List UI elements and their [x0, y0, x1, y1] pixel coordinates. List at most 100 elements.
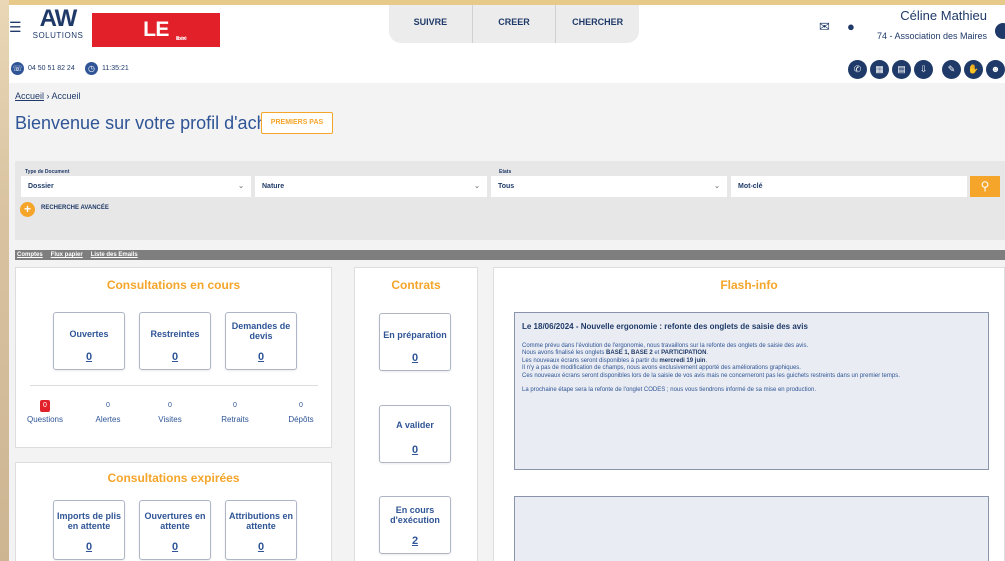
breadcrumb-home-link[interactable]: Accueil	[15, 91, 44, 101]
card-label: Demandes de devis	[231, 321, 291, 341]
download-icon[interactable]: ⇩	[914, 60, 933, 79]
flash-info-headline: Le 18/06/2024 - Nouvelle ergonomie : ref…	[522, 322, 808, 331]
document-icon[interactable]: ▤	[892, 60, 911, 79]
card-restreintes[interactable]: Restreintes 0	[139, 312, 211, 370]
user-avatar[interactable]	[995, 23, 1005, 39]
card-label: Ouvertes	[69, 329, 109, 339]
stat-label: Questions	[26, 415, 64, 424]
etats-value: Tous	[498, 183, 515, 190]
link-flux-papier[interactable]: Flux papier	[51, 250, 83, 260]
stat-label: Dépôts	[288, 415, 314, 424]
user-icon[interactable]: ☻	[986, 60, 1005, 79]
support-phone[interactable]: ☏ 04 50 51 82 24	[11, 62, 75, 75]
stat-value: 0	[17, 400, 73, 412]
stat-alertes[interactable]: 0 Alertes	[80, 400, 136, 424]
card-ouvertures-attente[interactable]: Ouvertures en attente 0	[139, 500, 211, 560]
aw-solutions-logo[interactable]: AW SOLUTIONS	[29, 7, 87, 41]
card-imports-plis[interactable]: Imports de plis en attente 0	[53, 500, 125, 560]
card-ouvertes[interactable]: Ouvertes 0	[53, 312, 125, 370]
flash-text: Nous avons finalisé les onglets	[522, 350, 607, 357]
card-label: Restreintes	[150, 329, 200, 339]
flash-bold: PARTICIPATION	[661, 350, 707, 357]
consultations-expirees-panel: Consultations expirées Imports de plis e…	[15, 462, 332, 561]
nav-suivre[interactable]: SUIVRE	[389, 5, 473, 43]
top-header: ☰ AW SOLUTIONS LE DAUPHINE libéré SUIVRE…	[9, 5, 1005, 75]
card-en-cours-execution[interactable]: En cours d'exécution 2	[379, 496, 451, 554]
card-value[interactable]: 0	[140, 351, 210, 363]
calculator-icon[interactable]: ▦	[870, 60, 889, 79]
hand-icon[interactable]: ✋	[964, 60, 983, 79]
card-label: Ouvertures en attente	[144, 511, 206, 531]
stat-label: Retraits	[221, 415, 249, 424]
divider	[30, 385, 318, 386]
search-button[interactable]: ⚲	[970, 176, 1000, 197]
card-value[interactable]: 0	[54, 351, 124, 363]
card-value[interactable]: 2	[380, 535, 450, 547]
headset-icon: ☏	[11, 62, 24, 75]
card-value[interactable]: 0	[226, 541, 296, 553]
card-en-preparation[interactable]: En préparation 0	[379, 313, 451, 371]
flash-line: Comme prévu dans l'évolution de l'ergono…	[522, 343, 809, 349]
flash-info-title: Flash-info	[720, 278, 778, 292]
le-dauphine-logo[interactable]: LE DAUPHINE libéré	[92, 13, 220, 75]
premiers-pas-button[interactable]: PREMIERS PAS	[261, 112, 333, 134]
flash-text: .	[705, 357, 708, 364]
flash-text: et	[652, 350, 662, 357]
flash-info-panel: Flash-info Le 18/06/2024 - Nouvelle ergo…	[493, 267, 1005, 561]
advanced-search-link[interactable]: RECHERCHE AVANCÉE	[41, 205, 109, 211]
hamburger-icon[interactable]: ☰	[9, 19, 22, 36]
search-panel: Type de Document Dossier ⌄ Nature ⌄ Etat…	[15, 161, 1005, 240]
type-document-select[interactable]: Dossier ⌄	[21, 176, 251, 197]
card-attributions-attente[interactable]: Attributions en attente 0	[225, 500, 297, 560]
card-value[interactable]: 0	[226, 351, 296, 363]
phone-icon[interactable]: ✆	[848, 60, 867, 79]
mail-icon[interactable]: ✉	[819, 19, 830, 35]
bell-icon[interactable]: ●	[847, 19, 855, 34]
stat-questions[interactable]: 0 Questions	[17, 400, 73, 424]
card-a-valider[interactable]: A valider 0	[379, 405, 451, 463]
consultations-en-cours-panel: Consultations en cours Ouvertes 0 Restre…	[15, 267, 332, 448]
flash-info-box: Le 18/06/2024 - Nouvelle ergonomie : ref…	[514, 312, 989, 470]
breadcrumb-separator: ›	[46, 91, 50, 101]
etats-select[interactable]: Tous ⌄	[491, 176, 727, 197]
card-label: Imports de plis en attente	[56, 511, 121, 531]
card-value[interactable]: 0	[54, 541, 124, 553]
stat-label: Visites	[158, 415, 182, 424]
stat-visites[interactable]: 0 Visites	[142, 400, 198, 424]
card-value[interactable]: 0	[380, 352, 450, 364]
flash-line: Il n'y a pas de modification de champs, …	[522, 365, 801, 372]
card-label: En préparation	[383, 330, 447, 340]
chevron-down-icon: ⌄	[238, 183, 244, 190]
stat-label: Alertes	[95, 415, 121, 424]
consultations-en-cours-title: Consultations en cours	[106, 278, 241, 292]
edit-icon[interactable]: ✎	[942, 60, 961, 79]
nature-value: Nature	[262, 183, 285, 190]
user-name[interactable]: Céline Mathieu	[900, 8, 987, 23]
card-value[interactable]: 0	[380, 444, 450, 456]
card-label: A valider	[396, 420, 434, 430]
nature-select[interactable]: Nature ⌄	[255, 176, 487, 197]
flash-bold: BASE 1, BASE 2	[606, 350, 653, 357]
card-demandes-devis[interactable]: Demandes de devis 0	[225, 312, 297, 370]
search-icon: ⚲	[980, 179, 990, 193]
advanced-search-plus-icon[interactable]: +	[20, 202, 35, 217]
stat-retraits[interactable]: 0 Retraits	[207, 400, 263, 424]
breadcrumb-current: Accueil	[51, 91, 81, 101]
link-liste-emails[interactable]: Liste des Emails	[91, 250, 138, 260]
etats-label: Etats	[499, 169, 512, 175]
clock-icon: ◷	[85, 62, 98, 75]
questions-badge: 0	[40, 400, 50, 412]
nav-chercher[interactable]: CHERCHER	[556, 5, 639, 43]
flash-info-body: Comme prévu dans l'évolution de l'ergono…	[522, 343, 982, 394]
sub-links-bar: Comptes Flux papier Liste des Emails	[15, 250, 1005, 260]
link-comptes[interactable]: Comptes	[17, 250, 43, 260]
card-value[interactable]: 0	[140, 541, 210, 553]
logo-solutions-text: SOLUTIONS	[32, 31, 84, 40]
clock: ◷ 11:35:21	[85, 62, 129, 75]
keyword-input[interactable]: Mot-clé	[731, 176, 967, 197]
stat-value: 0	[299, 402, 303, 409]
stat-depots[interactable]: 0 Dépôts	[273, 400, 329, 424]
card-label: En cours d'exécution	[390, 505, 440, 525]
flash-text: Les nouveaux écrans seront disponibles à…	[522, 357, 660, 364]
nav-creer[interactable]: CREER	[473, 5, 557, 43]
